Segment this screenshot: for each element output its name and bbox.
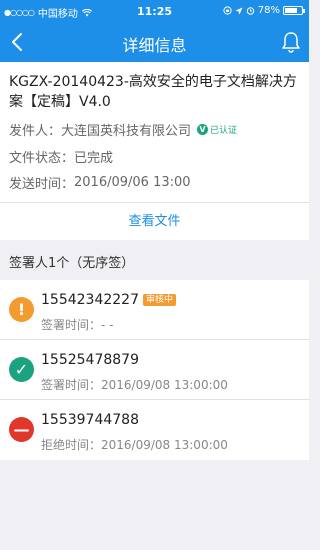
check-icon: ✓ bbox=[9, 357, 34, 382]
signers-header: 签署人1个（无序签） bbox=[9, 256, 135, 271]
signer-time: 签署时间：2016/09/08 13:00:00 bbox=[41, 376, 228, 393]
status-bar: ●○○○○ 中国移动 11:25 78% bbox=[0, 0, 309, 22]
signer-time: 签署时间：- - bbox=[41, 316, 114, 333]
location-icon bbox=[235, 7, 243, 14]
minus-icon: — bbox=[9, 417, 34, 442]
signer-time-label: 拒绝时间： bbox=[41, 438, 102, 452]
signer-phone-number: 15539744788 bbox=[41, 412, 139, 428]
page-title: 详细信息 bbox=[122, 36, 187, 55]
sent-time-value: 2016/09/06 13:00 bbox=[74, 175, 191, 190]
signer-row[interactable]: ! 15542342227 审核中 签署时间：- - bbox=[0, 280, 309, 340]
document-title: KGZX-20140423-高效安全的电子文档解决方案【定稿】V4.0 bbox=[9, 74, 297, 110]
bell-icon[interactable] bbox=[279, 30, 303, 54]
signer-phone-number: 15525478879 bbox=[41, 352, 139, 368]
alarm-icon bbox=[246, 7, 254, 15]
sender-label: 发件人： bbox=[9, 124, 62, 139]
status-value: 已完成 bbox=[74, 151, 114, 166]
signer-time-value: 2016/09/08 13:00:00 bbox=[101, 378, 228, 392]
sender-row: 发件人： 大连国英科技有限公司 V 已认证 bbox=[9, 120, 237, 139]
signer-row[interactable]: — 15539744788 拒绝时间：2016/09/08 13:00:00 bbox=[0, 400, 309, 460]
signer-time-label: 签署时间： bbox=[41, 318, 102, 332]
document-card: KGZX-20140423-高效安全的电子文档解决方案【定稿】V4.0 发件人：… bbox=[0, 62, 309, 240]
verified-badge: V 已认证 bbox=[197, 123, 237, 136]
signer-phone-number: 15542342227 bbox=[41, 292, 139, 308]
signer-time: 拒绝时间：2016/09/08 13:00:00 bbox=[41, 436, 228, 453]
status-label: 文件状态： bbox=[9, 151, 75, 166]
view-file-button[interactable]: 查看文件 bbox=[0, 203, 309, 240]
verified-icon: V bbox=[197, 124, 209, 135]
rotation-lock-icon bbox=[223, 6, 232, 15]
exclamation-icon: ! bbox=[9, 297, 34, 322]
signer-row[interactable]: ✓ 15525478879 签署时间：2016/09/08 13:00:00 bbox=[0, 340, 309, 400]
verified-label: 已认证 bbox=[210, 126, 238, 136]
status-row: 文件状态： 已完成 bbox=[9, 147, 113, 166]
status-badge: 审核中 bbox=[142, 294, 176, 306]
nav-bar: 详细信息 bbox=[0, 22, 309, 62]
battery-percent: 78% bbox=[257, 5, 280, 16]
signers-list: ! 15542342227 审核中 签署时间：- - ✓ 15525478879… bbox=[0, 280, 309, 460]
sent-time-label: 发送时间： bbox=[9, 177, 75, 192]
status-right: 78% bbox=[223, 5, 305, 16]
battery-fill bbox=[285, 8, 298, 13]
sender-name: 大连国英科技有限公司 bbox=[61, 124, 192, 139]
battery-icon bbox=[283, 6, 305, 15]
signer-time-label: 签署时间： bbox=[41, 378, 102, 392]
signer-time-value: - - bbox=[101, 318, 114, 332]
sent-time-row: 发送时间： 2016/09/06 13:00 bbox=[9, 173, 191, 192]
signer-phone: 15539744788 bbox=[41, 412, 139, 428]
signer-phone: 15542342227 审核中 bbox=[41, 292, 176, 308]
signer-time-value: 2016/09/08 13:00:00 bbox=[101, 438, 228, 452]
signer-phone: 15525478879 bbox=[41, 352, 139, 368]
